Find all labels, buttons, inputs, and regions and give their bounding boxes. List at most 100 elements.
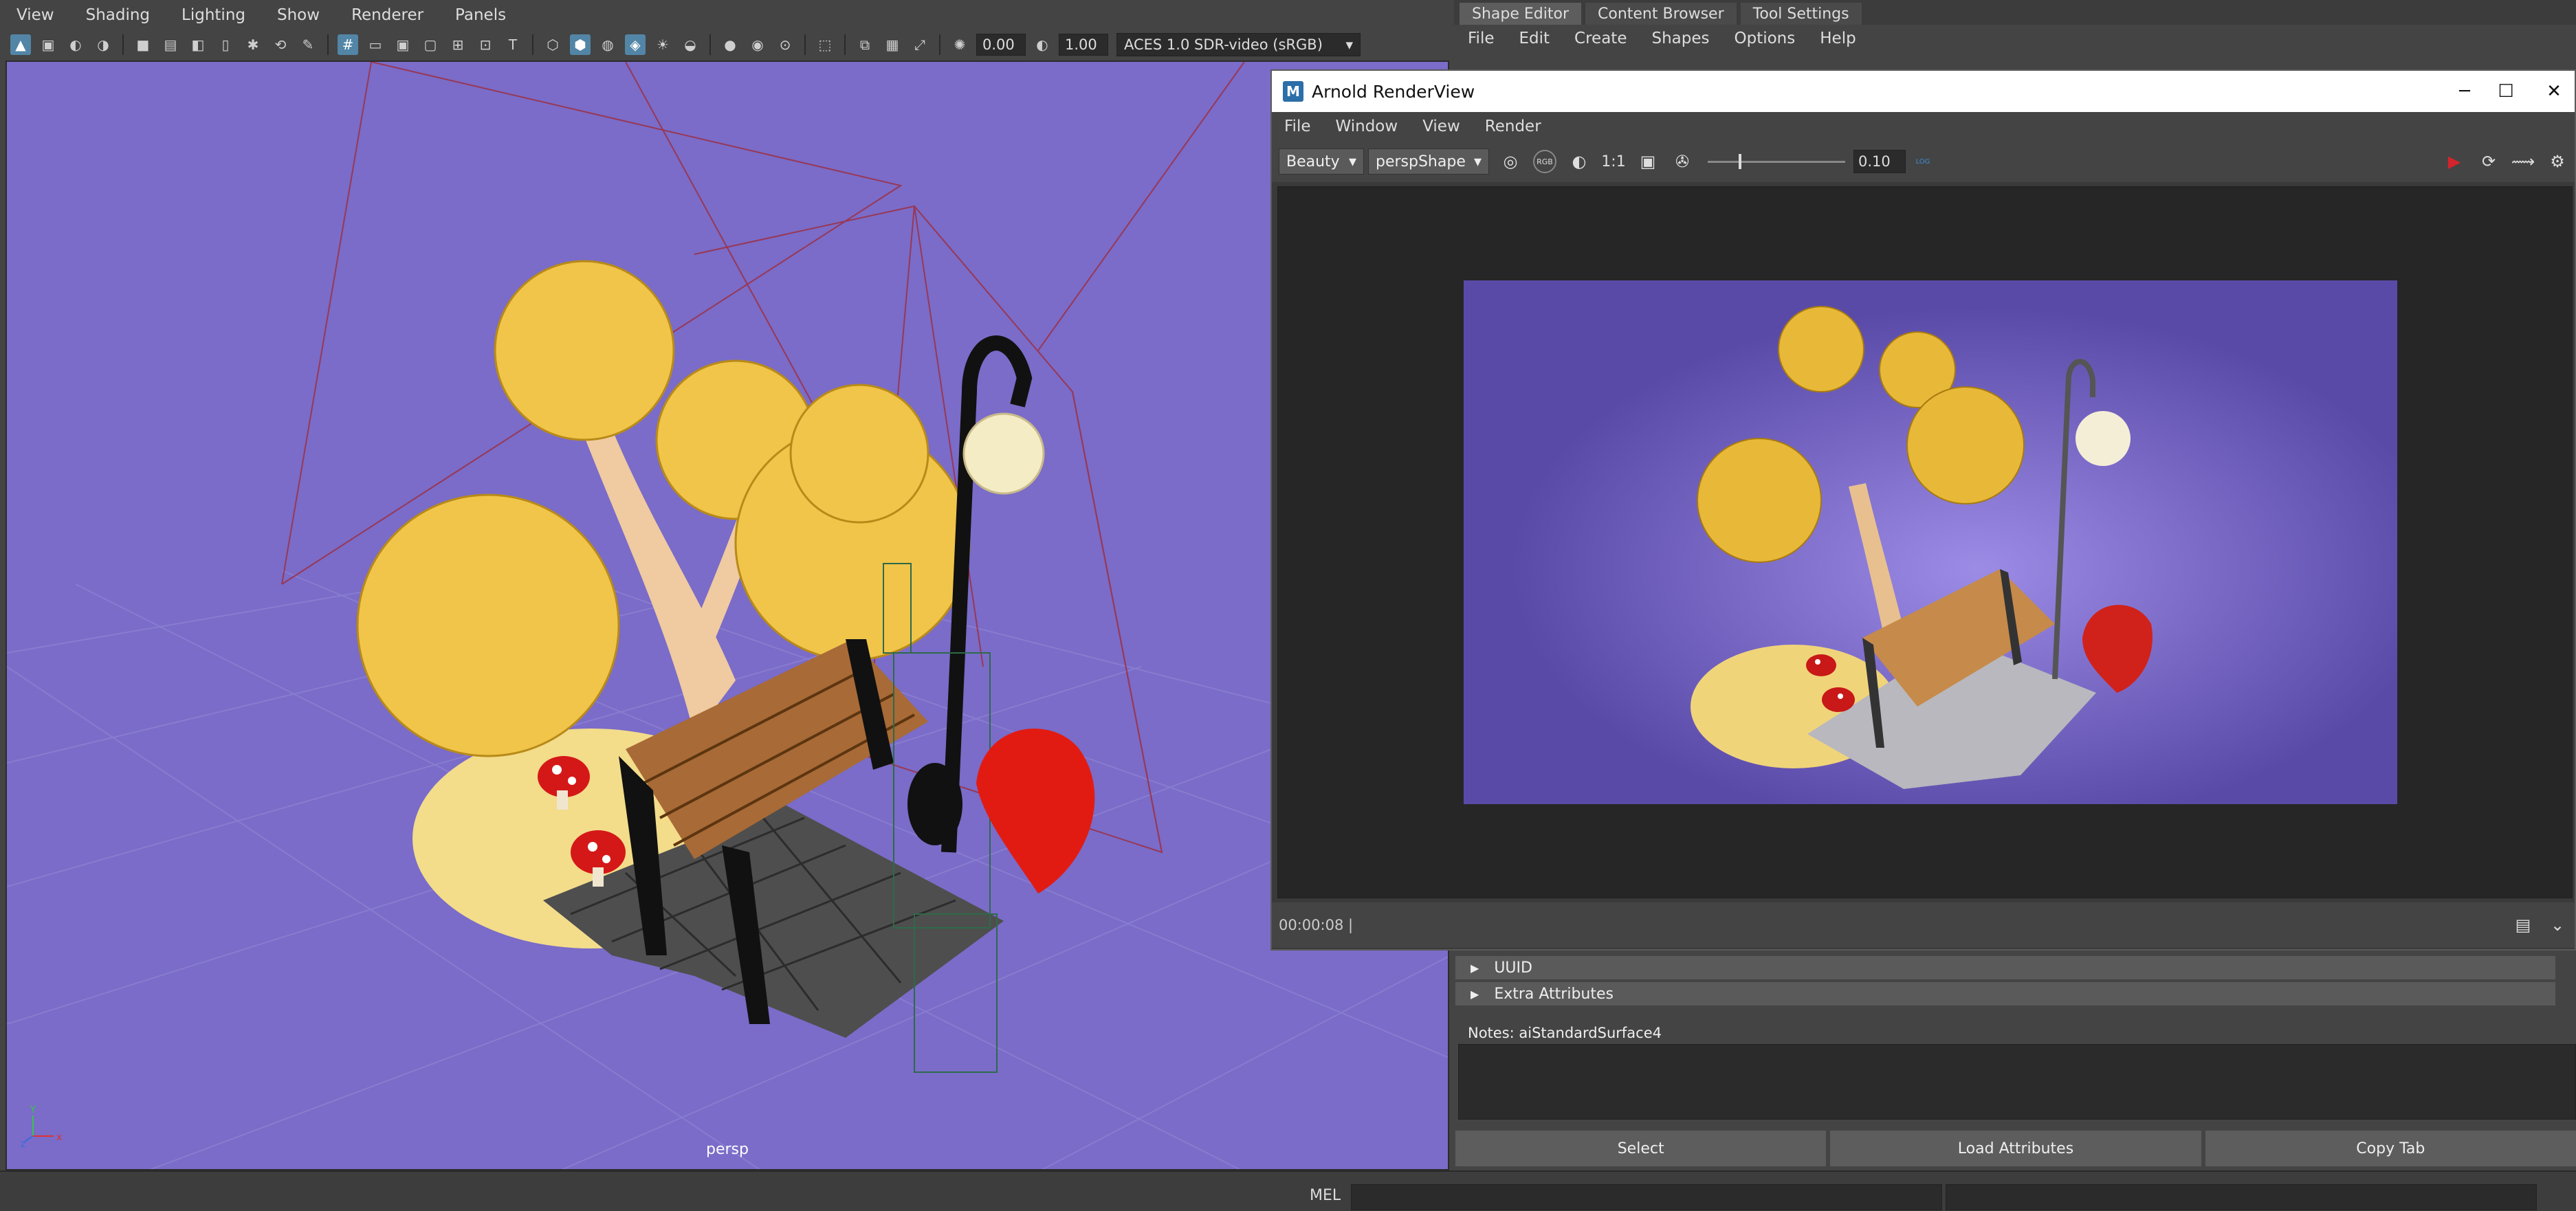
gate-mask-toggle-icon[interactable]: ▢ [420, 34, 441, 55]
rendered-image [1464, 280, 2397, 804]
xray-joints-icon[interactable]: ◉ [747, 34, 768, 55]
snapshot-icon[interactable]: ⬚ [815, 34, 835, 55]
frame-all-icon[interactable]: ▣ [1636, 150, 1660, 173]
aov-label: Beauty [1286, 153, 1340, 170]
aperture-icon[interactable]: ✇ [1671, 150, 1694, 173]
rv-menu-view[interactable]: View [1422, 118, 1460, 135]
viewport-menubar: View Shading Lighting Show Renderer Pane… [0, 0, 1454, 30]
camera-icon[interactable]: ■ [133, 34, 153, 55]
notes-textarea[interactable] [1458, 1044, 2576, 1120]
grid-icon[interactable]: # [338, 34, 358, 55]
maximize-icon[interactable]: ☐ [2492, 79, 2520, 104]
ae-menu-file[interactable]: File [1468, 30, 1495, 47]
use-lights-icon[interactable]: ☀ [652, 34, 673, 55]
minimize-icon[interactable]: ─ [2451, 79, 2478, 104]
toolbar-divider [532, 34, 533, 55]
snapshot-camera-icon[interactable]: ▤ [2511, 913, 2535, 937]
ratio-label[interactable]: 1:1 [1601, 150, 1625, 173]
ipr-stop-icon[interactable]: ⟿ [2511, 150, 2535, 173]
settings-gear-icon[interactable]: ⚙ [2546, 150, 2569, 173]
film-gate-toggle-icon[interactable]: ▭ [365, 34, 386, 55]
mel-label[interactable]: MEL [1310, 1187, 1341, 1204]
slider-track [1708, 161, 1845, 163]
camera-attributes-icon[interactable]: ▣ [38, 34, 58, 55]
image-plane-icon[interactable]: ◑ [93, 34, 113, 55]
tab-tool-settings[interactable]: Tool Settings [1740, 3, 1862, 25]
load-attributes-button[interactable]: Load Attributes [1830, 1131, 2201, 1166]
render-lamp-globe [2076, 411, 2131, 466]
resolution-toggle-icon[interactable]: ▣ [393, 34, 413, 55]
hud-icon[interactable]: ▦ [882, 34, 903, 55]
exposure-slider[interactable] [1708, 150, 1845, 173]
shaded-wireframe-icon[interactable]: ◍ [597, 34, 618, 55]
section-extra-attributes[interactable]: ▶ Extra Attributes [1455, 982, 2555, 1006]
display-channels-icon[interactable]: ◎ [1499, 150, 1522, 173]
ae-menu-help[interactable]: Help [1820, 30, 1856, 47]
exposure-value-field[interactable]: 0.10 [1853, 150, 1906, 173]
rv-menu-file[interactable]: File [1284, 118, 1311, 135]
render-play-icon[interactable]: ▶ [2443, 150, 2466, 173]
exposure-icon[interactable]: ✺ [949, 34, 970, 55]
textured-icon[interactable]: ◈ [625, 34, 646, 55]
ae-menu-options[interactable]: Options [1735, 30, 1796, 47]
pencil-icon[interactable]: ✎ [298, 34, 318, 55]
log-toggle-icon[interactable]: LOG [1911, 150, 1935, 173]
viewport-menu-lighting[interactable]: Lighting [181, 6, 245, 24]
wireframe-icon[interactable]: ⬡ [542, 34, 563, 55]
chevron-down-icon[interactable]: ⌄ [2546, 913, 2569, 937]
rgb-channel-icon[interactable]: RGB [1533, 150, 1556, 173]
scale-icon[interactable]: ⤢ [910, 34, 930, 55]
select-button[interactable]: Select [1455, 1131, 1827, 1166]
viewport-toolbar: ▲ ▣ ◐ ◑ ■ ▤ ◧ ▯ ✱ ⟲ ✎ # ▭ ▣ ▢ ⊞ ⊡ T ⬡ ⬢ … [0, 30, 1454, 60]
section-uuid[interactable]: ▶ UUID [1455, 956, 2555, 979]
camera-select[interactable]: perspShape ▾ [1368, 148, 1489, 175]
safe-title-toggle-icon[interactable]: T [503, 34, 523, 55]
resolution-gate-icon[interactable]: ◧ [188, 34, 208, 55]
select-camera-icon[interactable]: ▲ [10, 34, 31, 55]
film-gate-icon[interactable]: ▤ [160, 34, 181, 55]
mel-command-input[interactable] [1351, 1184, 1942, 1210]
tab-content-browser[interactable]: Content Browser [1585, 3, 1737, 25]
viewport-menu-show[interactable]: Show [277, 6, 320, 24]
tab-shape-editor[interactable]: Shape Editor [1460, 3, 1581, 25]
field-chart-toggle-icon[interactable]: ⊞ [448, 34, 468, 55]
copy-tab-button[interactable]: Copy Tab [2205, 1131, 2576, 1166]
contrast-icon[interactable]: ◐ [1567, 150, 1591, 173]
close-icon[interactable]: ✕ [2540, 79, 2568, 104]
two-sided-icon[interactable]: ⧉ [855, 34, 875, 55]
shadows-icon[interactable]: ◒ [680, 34, 701, 55]
slider-thumb[interactable] [1739, 154, 1742, 169]
viewport-scene [7, 62, 1448, 1169]
bookmark-icon[interactable]: ◐ [65, 34, 86, 55]
rv-menu-window[interactable]: Window [1336, 118, 1398, 135]
aov-select[interactable]: Beauty ▾ [1279, 148, 1364, 175]
viewport-menu-panels[interactable]: Panels [455, 6, 506, 24]
rv-menu-render[interactable]: Render [1485, 118, 1541, 135]
viewport-menu-shading[interactable]: Shading [86, 6, 150, 24]
chevron-down-icon: ▾ [1345, 36, 1353, 53]
exposure-input[interactable]: 0.00 [976, 34, 1026, 56]
gamma-icon[interactable]: ◐ [1032, 34, 1053, 55]
renderview-canvas[interactable] [1277, 186, 2573, 898]
ae-menu-edit[interactable]: Edit [1519, 30, 1550, 47]
section-uuid-label: UUID [1494, 959, 1532, 977]
viewport-3d[interactable]: Y z x persp [5, 60, 1449, 1170]
attribute-editor-menubar: File Edit Create Shapes Options Help [1454, 25, 2576, 52]
safe-action-icon[interactable]: ⟲ [270, 34, 291, 55]
gate-mask-icon[interactable]: ▯ [215, 34, 236, 55]
command-line-bar: MEL [0, 1170, 2576, 1211]
color-space-select[interactable]: ACES 1.0 SDR-video (sRGB) ▾ [1116, 33, 1361, 56]
renderview-titlebar[interactable]: M Arnold RenderView ─ ☐ ✕ [1272, 71, 2575, 112]
field-chart-icon[interactable]: ✱ [243, 34, 263, 55]
gamma-input[interactable]: 1.00 [1059, 34, 1108, 56]
chevron-down-icon: ▾ [1348, 153, 1356, 170]
xray-icon[interactable]: ● [720, 34, 740, 55]
viewport-menu-view[interactable]: View [16, 6, 54, 24]
safe-action-toggle-icon[interactable]: ⊡ [475, 34, 496, 55]
viewport-menu-renderer[interactable]: Renderer [351, 6, 423, 24]
ae-menu-shapes[interactable]: Shapes [1651, 30, 1709, 47]
ae-menu-create[interactable]: Create [1574, 30, 1627, 47]
isolate-select-icon[interactable]: ⊙ [775, 34, 795, 55]
refresh-icon[interactable]: ⟳ [2477, 150, 2500, 173]
smooth-shade-icon[interactable]: ⬢ [570, 34, 591, 55]
